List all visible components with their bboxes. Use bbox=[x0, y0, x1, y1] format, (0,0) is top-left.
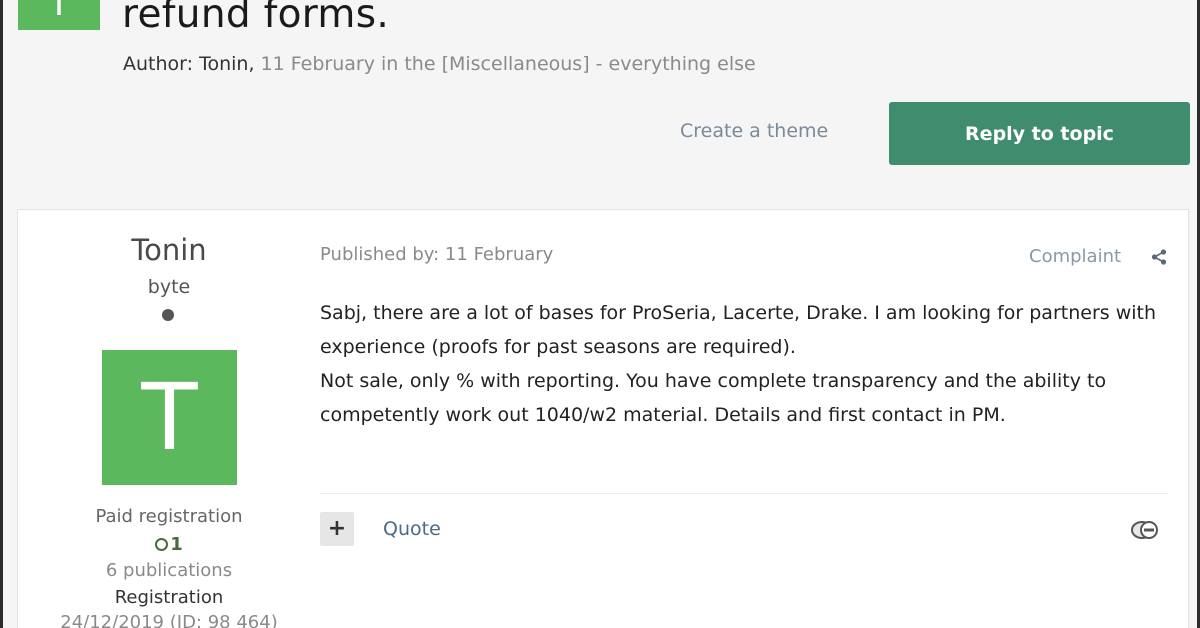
publication-count: 6 publications bbox=[105, 560, 233, 581]
reply-to-topic-button[interactable]: Reply to topic bbox=[889, 102, 1190, 165]
post-card: Tonin byte T Paid registration 1 6 publi… bbox=[17, 209, 1189, 628]
avatar-letter: T bbox=[141, 364, 198, 471]
topic-avatar[interactable]: T bbox=[18, 0, 100, 30]
post-body: Sabj, there are a lot of bases for ProSe… bbox=[320, 296, 1160, 432]
registration-label: Registration bbox=[114, 587, 224, 608]
post-author-group: Paid registration bbox=[95, 506, 243, 527]
published-date: Published by: 11 February bbox=[320, 244, 554, 265]
post-paragraph: Not sale, only % with reporting. You hav… bbox=[320, 370, 1107, 426]
reputation-count: 1 bbox=[170, 534, 183, 555]
post-author-rank: byte bbox=[147, 276, 191, 298]
topic-meta: 11 February in the [Miscellaneous] - eve… bbox=[260, 53, 756, 75]
create-theme-link[interactable]: Create a theme bbox=[680, 120, 828, 142]
post-paragraph: Sabj, there are a lot of bases for ProSe… bbox=[320, 302, 1156, 358]
reputation-icon bbox=[155, 538, 169, 551]
topic-title: refund forms. bbox=[122, 0, 390, 37]
reply-button-label: Reply to topic bbox=[965, 122, 1114, 145]
multiquote-add-button[interactable]: + bbox=[320, 512, 354, 546]
author-line: Author: Tonin, 11 February in the [Misce… bbox=[123, 53, 756, 75]
reaction-icon[interactable] bbox=[1130, 519, 1160, 541]
registration-date: 24/12/2019 (ID: 98 464) bbox=[60, 612, 278, 628]
post-author-avatar[interactable]: T bbox=[102, 350, 237, 485]
online-status-indicator bbox=[162, 309, 174, 321]
author-name[interactable]: Tonin, bbox=[199, 53, 254, 75]
quote-link[interactable]: Quote bbox=[383, 518, 441, 540]
page-frame: T refund forms. Author: Tonin, 11 Februa… bbox=[0, 0, 1200, 628]
reputation-badge: 1 bbox=[18, 534, 320, 555]
post-divider bbox=[320, 493, 1168, 494]
complaint-link[interactable]: Complaint bbox=[1029, 246, 1121, 267]
post-author-name[interactable]: Tonin bbox=[18, 233, 320, 267]
share-icon[interactable] bbox=[1150, 248, 1168, 266]
author-label: Author: bbox=[123, 53, 194, 75]
topic-avatar-letter: T bbox=[48, 0, 70, 24]
